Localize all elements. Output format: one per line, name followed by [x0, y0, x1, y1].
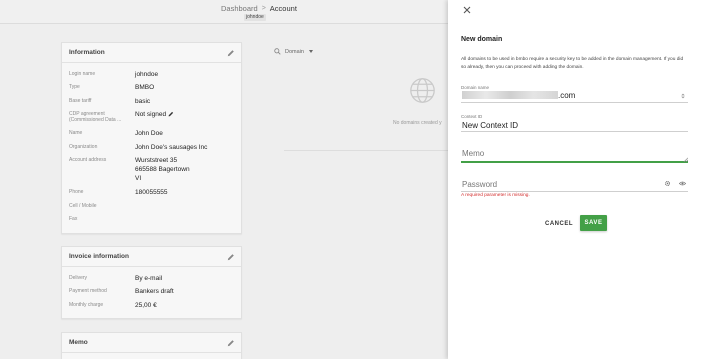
cdp-status: Not signed [135, 111, 167, 118]
breadcrumb-current: Account [269, 4, 297, 13]
close-icon[interactable] [462, 5, 472, 15]
information-card-header: Information [62, 43, 241, 63]
password-field [461, 178, 688, 192]
info-label: Account address [69, 157, 107, 163]
invoice-label: Delivery [69, 275, 88, 281]
globe-icon [410, 78, 435, 103]
info-label: Phone [69, 189, 84, 195]
invoice-title: Invoice information [69, 253, 129, 260]
info-label: Fax [69, 216, 78, 222]
breadcrumb-dashboard-link[interactable]: Dashboard [221, 4, 258, 13]
search-icon [274, 48, 281, 55]
empty-domains-message: No domains created y [393, 120, 442, 126]
info-label: Organization [69, 144, 98, 150]
memo-input[interactable] [461, 147, 688, 163]
information-title: Information [69, 49, 105, 56]
domain-name-input[interactable]: .com [461, 91, 688, 103]
error-message: A required parameter is missing. [461, 193, 530, 198]
info-value: John Doe [135, 130, 163, 137]
invoice-value: By e-mail [135, 275, 163, 282]
memo-field [461, 147, 688, 165]
info-value: Wurststreet 35 [135, 157, 178, 164]
dropdown-caret-icon [308, 50, 313, 53]
generate-gear-icon[interactable] [664, 180, 671, 187]
info-label: Name [69, 130, 83, 136]
info-value: Not signed [135, 111, 174, 119]
info-value-line2: 665588 Bagertown [135, 166, 190, 173]
spinner-arrows-icon[interactable] [680, 93, 686, 99]
info-value: basic [135, 98, 151, 105]
breadcrumb-separator: > [261, 5, 266, 12]
invoice-card: Invoice information Delivery By e-mail P… [61, 246, 242, 319]
info-value: 180055555 [135, 189, 168, 196]
invoice-value: 25,00 € [135, 302, 157, 309]
password-input[interactable] [461, 178, 688, 192]
info-value-line3: VI [135, 175, 142, 182]
domain-name-field: Domain name .com [461, 85, 688, 103]
info-value: BMBO [135, 84, 155, 91]
show-password-eye-icon[interactable] [679, 180, 686, 187]
drawer-title: New domain [461, 36, 503, 43]
domain-filter-label: Domain [285, 48, 304, 55]
user-tag: johndoe [244, 14, 266, 21]
info-label: CDP agreement (Commissioned Data ... [69, 111, 122, 123]
info-label: Base tariff [69, 98, 92, 104]
edit-pencil-icon[interactable] [227, 253, 235, 261]
edit-pencil-icon[interactable] [227, 49, 235, 57]
memo-title: Memo [69, 339, 88, 346]
invoice-value: Bankers draft [135, 288, 174, 295]
invoice-card-header: Invoice information [62, 247, 241, 267]
memo-card-header: Memo [62, 333, 241, 353]
edit-pencil-icon[interactable] [227, 339, 235, 347]
info-label: Login name [69, 71, 96, 77]
redacted-domain-text [462, 91, 558, 99]
info-value: John Doe's sausages Inc [135, 144, 208, 151]
edit-cdp-icon[interactable] [168, 111, 174, 117]
divider [284, 150, 448, 151]
cancel-button[interactable]: CANCEL [544, 216, 574, 231]
context-id-field: Context ID [461, 114, 688, 132]
context-id-input[interactable] [461, 120, 688, 132]
invoice-label: Monthly charge [69, 302, 104, 308]
info-value: johndoe [135, 71, 159, 78]
resize-handle-icon[interactable] [683, 157, 688, 162]
info-label: Cell / Mobile [69, 203, 97, 209]
save-button[interactable]: SAVE [580, 215, 607, 231]
breadcrumb: Dashboard > Account [221, 4, 297, 13]
drawer-description: All domains to be used in bmbo require a… [461, 57, 684, 70]
invoice-label: Payment method [69, 288, 107, 294]
password-actions [664, 180, 686, 187]
domain-filter[interactable]: Domain [274, 48, 313, 55]
info-label: Type [69, 84, 80, 90]
memo-card: Memo [61, 332, 242, 359]
new-domain-drawer: New domain All domains to be used in bmb… [448, 0, 703, 359]
domain-suffix: .com [558, 91, 576, 100]
information-card: Information Login name johndoe Type BMBO… [61, 42, 242, 234]
